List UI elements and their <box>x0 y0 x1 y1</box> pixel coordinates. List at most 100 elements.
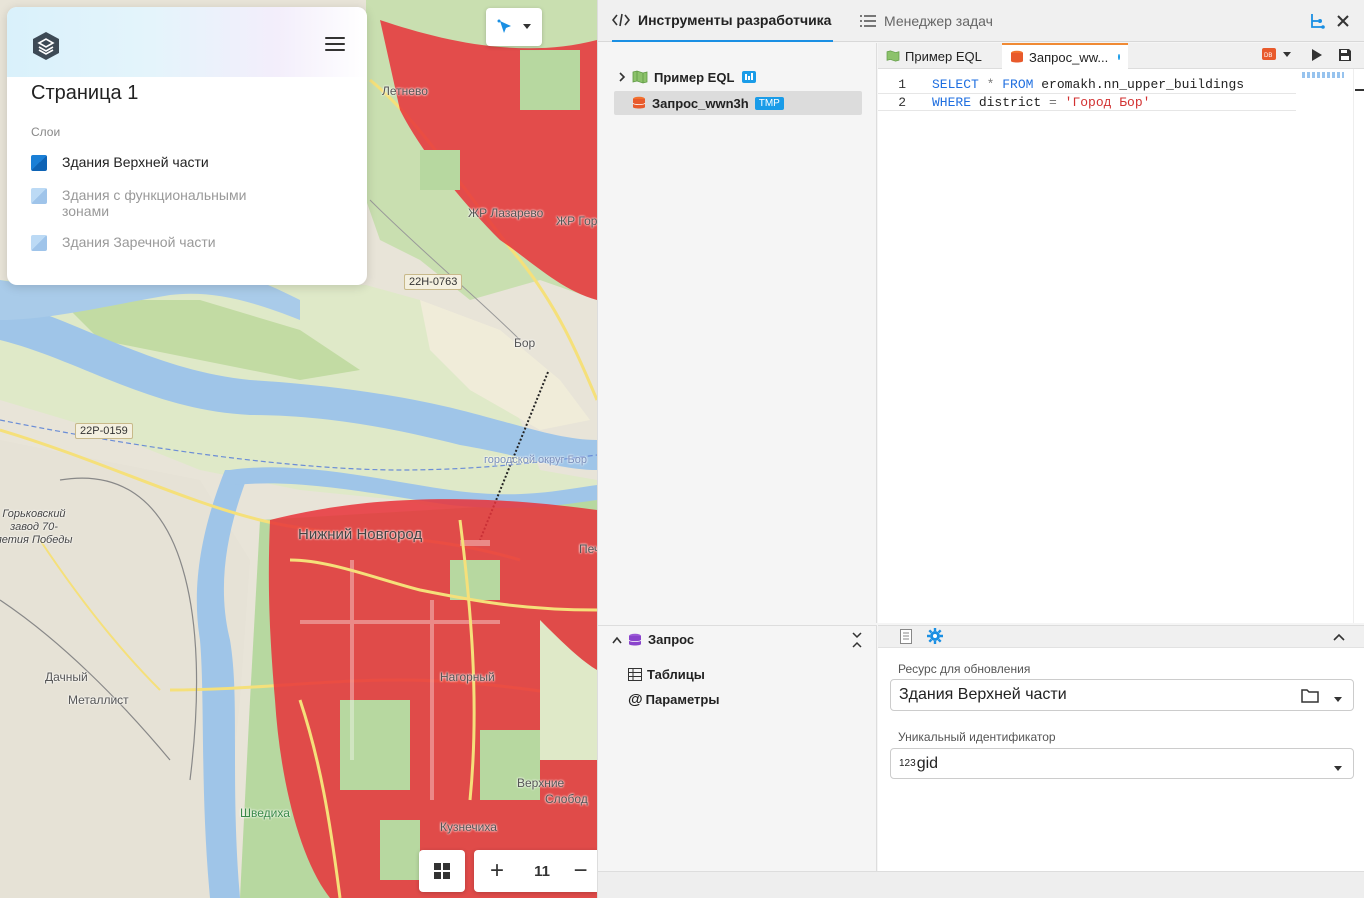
layer-item-upper-buildings[interactable]: Здания Верхней части <box>31 154 262 171</box>
layer-item-zarechnaya[interactable]: Здания Заречной части <box>31 234 262 251</box>
dev-tools-panel: Инструменты разработчика Менеджер задач … <box>597 0 1364 898</box>
uid-value: gid <box>916 754 939 772</box>
collapse-panel-button[interactable] <box>1333 630 1345 645</box>
resource-value: Здания Верхней части <box>899 686 1067 703</box>
db-select-dropdown[interactable]: DB <box>1262 48 1292 62</box>
road-badge-22n: 22Н-0763 <box>404 274 463 290</box>
description-button[interactable] <box>900 629 912 647</box>
play-icon <box>1312 49 1322 61</box>
list-icon <box>860 14 876 28</box>
tree-item-query[interactable]: Запрос_wwn3h TMP <box>614 91 862 115</box>
gear-icon <box>927 628 943 644</box>
code-token: * <box>978 76 1003 92</box>
chevron-right-icon[interactable] <box>614 72 630 82</box>
section-item-tables[interactable]: Таблицы <box>628 667 705 682</box>
resource-select[interactable]: Здания Верхней части <box>890 679 1354 711</box>
uid-label: Уникальный идентификатор <box>898 730 1056 744</box>
layer-label: Здания Заречной части <box>62 234 216 250</box>
line-number: 1 <box>898 76 906 92</box>
layer-label: Здания Верхней части <box>62 154 209 170</box>
hierarchy-icon <box>1311 14 1325 29</box>
database-icon <box>628 633 642 645</box>
editor-minimap[interactable] <box>1302 72 1344 78</box>
collapse-icon <box>852 632 862 648</box>
status-bar <box>598 871 1364 898</box>
resource-label: Ресурс для обновления <box>898 662 1031 676</box>
zoom-out-button[interactable]: − <box>564 850 597 892</box>
editor-tab-eql[interactable]: Пример EQL <box>878 43 990 69</box>
layer-label: Здания с функциональными зонами <box>62 187 247 219</box>
chevron-up-icon <box>1333 633 1345 641</box>
query-tree: Пример EQL Запрос_wwn3h TMP <box>598 43 877 623</box>
db-engine-icon: DB <box>1262 48 1276 60</box>
editor-scrollbar[interactable] <box>1353 69 1364 623</box>
editor-tab-query[interactable]: Запрос_ww... <box>1002 43 1128 69</box>
close-button[interactable] <box>1333 11 1353 31</box>
unsaved-dot <box>1118 54 1120 60</box>
section-item-label: Параметры <box>645 692 720 707</box>
chevron-down-icon <box>523 24 531 29</box>
map-label-bor: Бор <box>514 336 536 350</box>
tab-dev-tools[interactable]: Инструменты разработчика <box>612 0 834 42</box>
layers-panel: Страница 1 Слои Здания Верхней части Зда… <box>7 7 367 285</box>
page-title: Страница 1 <box>31 82 139 104</box>
code-token: eromakh.nn_upper_buildings <box>1033 76 1245 92</box>
save-icon <box>1339 49 1351 61</box>
map-label-gorod-okrug: городской округ Бор <box>484 454 588 466</box>
layer-swatch-icon <box>31 155 47 171</box>
database-icon <box>632 96 646 110</box>
dev-tools-header: Инструменты разработчика Менеджер задач <box>598 0 1364 42</box>
code-token: 'Город Бор' <box>1056 94 1151 110</box>
editor-tab-label: Пример EQL <box>905 48 982 64</box>
settings-button[interactable] <box>927 628 943 647</box>
map-view[interactable]: Летнево ЖР Лазарево ЖР Гор Бор городской… <box>0 0 597 898</box>
line-number: 2 <box>898 94 906 110</box>
folder-icon[interactable] <box>1301 688 1319 708</box>
tab-task-manager[interactable]: Менеджер задач <box>860 0 993 42</box>
code-icon <box>612 13 630 27</box>
code-line-1: 1 SELECT * FROM eromakh.nn_upper_buildin… <box>878 75 1244 93</box>
basemap-grid-button[interactable] <box>419 850 465 892</box>
zoom-in-button[interactable]: + <box>474 850 520 892</box>
save-button[interactable] <box>1338 48 1352 65</box>
collapse-all-button[interactable] <box>852 632 862 651</box>
map-label-zhr-lazarevo: ЖР Лазарево <box>468 206 544 220</box>
tree-item-name: Запрос_wwn3h <box>652 95 749 111</box>
query-sections: Запрос Таблицы @ Параметры <box>598 625 877 871</box>
bar-chart-icon <box>742 71 757 83</box>
editor-tabs: Пример EQL Запрос_ww... DB <box>878 43 1364 69</box>
run-button[interactable] <box>1311 48 1323 65</box>
select-tool-dropdown[interactable] <box>486 8 542 46</box>
map-label-nizhny: Нижний Новгород <box>298 526 423 543</box>
hamburger-menu-icon[interactable] <box>325 37 345 53</box>
layers-panel-header-gradient <box>7 7 367 77</box>
section-item-params[interactable]: @ Параметры <box>628 691 719 708</box>
query-section-header[interactable]: Запрос <box>612 632 694 647</box>
table-icon <box>628 668 642 681</box>
database-icon <box>1010 50 1024 64</box>
tree-item-eql-example[interactable]: Пример EQL <box>614 65 862 89</box>
code-token: district <box>971 94 1050 110</box>
map-label-kuznechiha: Кузнечиха <box>440 820 497 834</box>
editor-tab-label: Запрос_ww... <box>1029 49 1109 65</box>
app-logo-icon <box>33 32 59 60</box>
numeric-type-icon: 123 <box>899 758 916 769</box>
sql-editor[interactable]: 1 SELECT * FROM eromakh.nn_upper_buildin… <box>878 69 1364 623</box>
map-label-letnevo: Летнево <box>382 84 428 98</box>
code-token: WHERE <box>932 94 972 110</box>
code-token: FROM <box>1002 76 1034 92</box>
road-badge-22r: 22Р-0159 <box>75 423 133 439</box>
chevron-down-icon <box>1283 52 1291 57</box>
zoom-level: 11 <box>534 862 550 880</box>
zoom-control: + 11 − <box>474 850 597 892</box>
layer-swatch-icon <box>31 235 47 251</box>
tab-dev-tools-label: Инструменты разработчика <box>638 12 832 28</box>
at-icon: @ <box>628 691 643 708</box>
tree-view-button[interactable] <box>1307 11 1327 31</box>
document-icon <box>900 629 912 644</box>
map-label-metallist: Металлист <box>68 693 129 707</box>
tmp-badge: TMP <box>754 96 784 110</box>
code-line-2: 2 WHERE district = 'Город Бор' <box>878 93 1296 111</box>
layer-item-functional-zones[interactable]: Здания с функциональными зонами <box>31 187 262 219</box>
uid-select[interactable]: 123 gid <box>890 748 1354 779</box>
